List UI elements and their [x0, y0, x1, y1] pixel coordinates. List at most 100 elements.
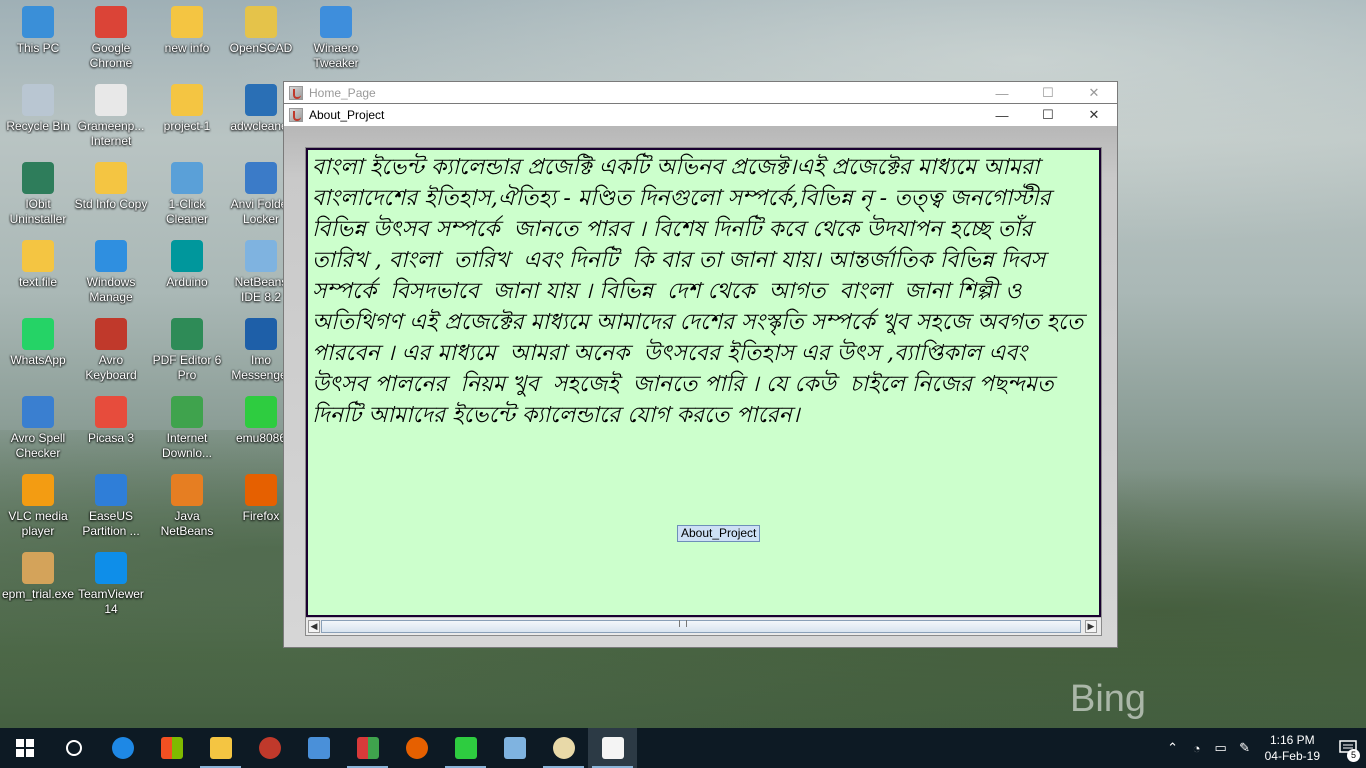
- maximize-button[interactable]: ☐: [1025, 104, 1071, 126]
- desktop-icon[interactable]: Winaero Tweaker: [298, 6, 374, 71]
- desktop-icon-label: PDF Editor 6 Pro: [152, 353, 222, 382]
- folder-icon: [209, 737, 232, 759]
- desktop-icon[interactable]: Windows Manage: [73, 240, 149, 305]
- store-icon: [160, 737, 183, 759]
- desktop-icon-label: epm_trial.exe: [1, 587, 75, 601]
- app-icon: [95, 84, 127, 116]
- clock[interactable]: 1:16 PM 04-Feb-19: [1265, 732, 1320, 764]
- desktop-icon-label: Picasa 3: [87, 431, 135, 445]
- desktop-icon[interactable]: WhatsApp: [0, 318, 76, 368]
- taskbar-paint[interactable]: [539, 728, 588, 768]
- edge-icon: [111, 737, 134, 759]
- pen-icon[interactable]: ✎: [1233, 740, 1257, 756]
- app-icon: [22, 6, 54, 38]
- app-icon: [95, 474, 127, 506]
- clock-date: 04-Feb-19: [1264, 749, 1320, 763]
- taskbar-file-explorer[interactable]: [196, 728, 245, 768]
- app-icon: [22, 396, 54, 428]
- battery-icon[interactable]: ▭: [1209, 740, 1233, 756]
- desktop-icon-label: 1-Click Cleaner: [165, 197, 209, 226]
- desktop-icon-label: project-1: [163, 119, 211, 133]
- desktop-icon-label: text.file: [18, 275, 57, 289]
- desktop-icon[interactable]: Internet Downlo...: [149, 396, 225, 461]
- taskbar-store[interactable]: [147, 728, 196, 768]
- taskbar-edge[interactable]: [98, 728, 147, 768]
- app-icon: [22, 552, 54, 584]
- window-content: বাংলা ইভেন্ট ক্যালেন্ডার প্রজেক্টি একটি …: [284, 126, 1117, 647]
- app-icon: [171, 396, 203, 428]
- desktop-icon-label: Arduino: [166, 275, 208, 289]
- desktop-icon[interactable]: project-1: [149, 84, 225, 134]
- minimize-button[interactable]: —: [979, 104, 1025, 126]
- text-scroll-pane[interactable]: বাংলা ইভেন্ট ক্যালেন্ডার প্রজেক্টি একটি …: [305, 147, 1102, 636]
- paint-icon: [552, 737, 575, 759]
- horizontal-scrollbar[interactable]: ◀ ▶: [306, 617, 1101, 635]
- system-tray: ⌃ ◔ ▭ ✎ 1:16 PM 04-Feb-19 5: [1161, 728, 1366, 768]
- desktop-icon[interactable]: Arduino: [149, 240, 225, 290]
- desktop-icon-label: OpenSCAD: [229, 41, 293, 55]
- app-icon: [171, 318, 203, 350]
- desktop-icon-label: Recycle Bin: [6, 119, 70, 133]
- app-icon: [171, 240, 203, 272]
- taskbar-control-panel[interactable]: [294, 728, 343, 768]
- about-project-titlebar[interactable]: About_Project — ☐ ✕: [284, 104, 1117, 126]
- desktop-icon[interactable]: TeamViewer 14: [73, 552, 149, 617]
- taskbar-netbeans[interactable]: [490, 728, 539, 768]
- desktop-icon[interactable]: PDF Editor 6 Pro: [149, 318, 225, 383]
- desktop-icon[interactable]: 1-Click Cleaner: [149, 162, 225, 227]
- taskbar-emu8086[interactable]: [441, 728, 490, 768]
- desktop-icon[interactable]: Std Info Copy: [73, 162, 149, 212]
- desktop-icon-label: Std Info Copy: [74, 197, 148, 211]
- scroll-right-arrow-icon[interactable]: ▶: [1085, 620, 1097, 633]
- control-panel-icon: [307, 737, 330, 759]
- desktop-icon[interactable]: VLC media player: [0, 474, 76, 539]
- desktop-icon[interactable]: text.file: [0, 240, 76, 290]
- taskbar-codeblocks[interactable]: [343, 728, 392, 768]
- maximize-button[interactable]: ☐: [1025, 82, 1071, 104]
- desktop-icon[interactable]: Picasa 3: [73, 396, 149, 446]
- desktop-icon[interactable]: EaseUS Partition ...: [73, 474, 149, 539]
- desktop-icon-label: TeamViewer 14: [78, 587, 144, 616]
- taskbar-firefox[interactable]: [392, 728, 441, 768]
- java-app-icon: [289, 108, 303, 122]
- network-icon[interactable]: ◔: [1185, 741, 1209, 756]
- desktop-icon[interactable]: Recycle Bin: [0, 84, 76, 134]
- minimize-button[interactable]: —: [979, 82, 1025, 104]
- desktop-icon[interactable]: Avro Keyboard: [73, 318, 149, 383]
- chevron-up-icon[interactable]: ⌃: [1161, 740, 1185, 756]
- app-icon: [95, 396, 127, 428]
- desktop-icon[interactable]: OpenSCAD: [223, 6, 299, 56]
- netbeans-icon: [503, 737, 526, 759]
- desktop-icon[interactable]: IObit Uninstaller: [0, 162, 76, 227]
- scroll-thumb[interactable]: [321, 620, 1081, 633]
- app-icon: [95, 552, 127, 584]
- desktop-icon[interactable]: new info: [149, 6, 225, 56]
- desktop-icon[interactable]: Grameenp... Internet: [73, 84, 149, 149]
- close-button[interactable]: ✕: [1071, 104, 1117, 126]
- desktop-icon[interactable]: Google Chrome: [73, 6, 149, 71]
- app-icon: [245, 6, 277, 38]
- about-project-button[interactable]: About_Project: [677, 525, 761, 542]
- about-project-title: About_Project: [309, 108, 385, 122]
- desktop-icon[interactable]: This PC: [0, 6, 76, 56]
- app-icon: [245, 396, 277, 428]
- start-button[interactable]: [0, 728, 49, 768]
- taskbar-java[interactable]: [588, 728, 637, 768]
- java-icon: [601, 737, 624, 759]
- close-button[interactable]: ✕: [1071, 82, 1117, 104]
- app-icon: [95, 318, 127, 350]
- about-project-window[interactable]: About_Project — ☐ ✕ বাংলা ইভেন্ট ক্যালেন…: [283, 103, 1118, 648]
- desktop-icon-label: Java NetBeans: [160, 509, 214, 538]
- home-page-titlebar[interactable]: Home_Page — ☐ ✕: [284, 82, 1117, 104]
- search-button[interactable]: [49, 728, 98, 768]
- scroll-left-arrow-icon[interactable]: ◀: [308, 620, 320, 633]
- about-text: বাংলা ইভেন্ট ক্যালেন্ডার প্রজেক্টি একটি …: [312, 155, 1091, 428]
- desktop-icon[interactable]: Java NetBeans: [149, 474, 225, 539]
- about-text-area[interactable]: বাংলা ইভেন্ট ক্যালেন্ডার প্রজেক্টি একটি …: [306, 148, 1101, 617]
- taskbar-driver-booster[interactable]: [245, 728, 294, 768]
- action-center-button[interactable]: 5: [1330, 728, 1366, 768]
- desktop-icon-label: EaseUS Partition ...: [82, 509, 140, 538]
- desktop-icon[interactable]: epm_trial.exe: [0, 552, 76, 602]
- app-icon: [95, 6, 127, 38]
- desktop-icon[interactable]: Avro Spell Checker: [0, 396, 76, 461]
